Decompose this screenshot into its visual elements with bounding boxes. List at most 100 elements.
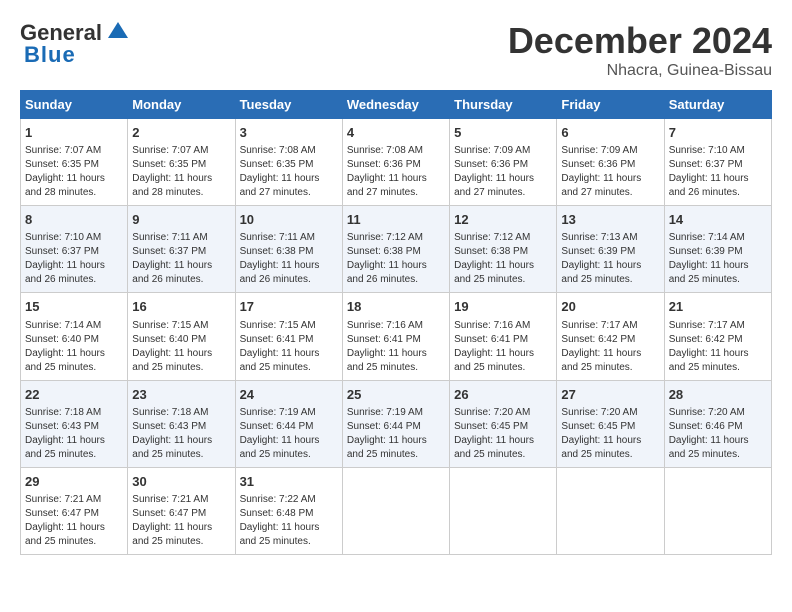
calendar-cell: 13Sunrise: 7:13 AM Sunset: 6:39 PM Dayli… bbox=[557, 206, 664, 293]
day-number: 26 bbox=[454, 386, 552, 404]
day-info: Sunrise: 7:17 AM Sunset: 6:42 PM Dayligh… bbox=[669, 319, 767, 375]
calendar-cell: 8 Sunrise: 7:10 AM Sunset: 6:37 PM Daylig… bbox=[21, 206, 128, 293]
day-number: 27 bbox=[561, 386, 659, 404]
day-number: 5 bbox=[454, 124, 552, 142]
calendar-cell: 6 Sunrise: 7:09 AM Sunset: 6:36 PM Daylig… bbox=[557, 119, 664, 206]
day-number: 23 bbox=[132, 386, 230, 404]
calendar-cell: 7 Sunrise: 7:10 AM Sunset: 6:37 PM Daylig… bbox=[664, 119, 771, 206]
day-number: 30 bbox=[132, 473, 230, 491]
day-number: 12 bbox=[454, 211, 552, 229]
calendar-cell: 5 Sunrise: 7:09 AM Sunset: 6:36 PM Daylig… bbox=[450, 119, 557, 206]
calendar-week-row: 15 Sunrise: 7:14 AM Sunset: 6:40 PM Dayli… bbox=[21, 293, 772, 380]
day-number: 19 bbox=[454, 298, 552, 316]
day-number: 1 bbox=[25, 124, 123, 142]
day-info: Sunrise: 7:09 AM Sunset: 6:36 PM Dayligh… bbox=[561, 144, 659, 200]
day-info: Sunrise: 7:15 AM Sunset: 6:40 PM Dayligh… bbox=[132, 319, 230, 375]
page-header: General Blue December 2024 Nhacra, Guine… bbox=[20, 20, 772, 80]
calendar-cell: 19 Sunrise: 7:16 AM Sunset: 6:41 PM Dayli… bbox=[450, 293, 557, 380]
day-info: Sunrise: 7:07 AM Sunset: 6:35 PM Dayligh… bbox=[132, 144, 230, 200]
day-number: 6 bbox=[561, 124, 659, 142]
day-number: 31 bbox=[240, 473, 338, 491]
day-number: 25 bbox=[347, 386, 445, 404]
calendar-cell: 4 Sunrise: 7:08 AM Sunset: 6:36 PM Daylig… bbox=[342, 119, 449, 206]
day-info: Sunrise: 7:10 AM Sunset: 6:37 PM Dayligh… bbox=[669, 144, 767, 200]
header-sunday: Sunday bbox=[21, 91, 128, 119]
calendar-cell: 25 Sunrise: 7:19 AM Sunset: 6:44 PM Dayli… bbox=[342, 380, 449, 467]
header-saturday: Saturday bbox=[664, 91, 771, 119]
day-info: Sunrise: 7:21 AM Sunset: 6:47 PM Dayligh… bbox=[132, 493, 230, 549]
day-info: Sunrise: 7:19 AM Sunset: 6:44 PM Dayligh… bbox=[240, 406, 338, 462]
calendar-cell: 20 Sunrise: 7:17 AM Sunset: 6:42 PM Dayli… bbox=[557, 293, 664, 380]
days-header-row: Sunday Monday Tuesday Wednesday Thursday… bbox=[21, 91, 772, 119]
title-block: December 2024 Nhacra, Guinea-Bissau bbox=[508, 20, 772, 80]
day-info: Sunrise: 7:16 AM Sunset: 6:41 PM Dayligh… bbox=[454, 319, 552, 375]
calendar-cell: 27 Sunrise: 7:20 AM Sunset: 6:45 PM Dayli… bbox=[557, 380, 664, 467]
day-info: Sunrise: 7:08 AM Sunset: 6:36 PM Dayligh… bbox=[347, 144, 445, 200]
calendar-cell: 28Sunrise: 7:20 AM Sunset: 6:46 PM Dayli… bbox=[664, 380, 771, 467]
day-number: 14 bbox=[669, 211, 767, 229]
page-title: December 2024 bbox=[508, 20, 772, 62]
day-info: Sunrise: 7:12 AM Sunset: 6:38 PM Dayligh… bbox=[454, 231, 552, 287]
day-info: Sunrise: 7:14 AM Sunset: 6:40 PM Dayligh… bbox=[25, 319, 123, 375]
calendar-week-row: 22 Sunrise: 7:18 AM Sunset: 6:43 PM Dayli… bbox=[21, 380, 772, 467]
day-info: Sunrise: 7:19 AM Sunset: 6:44 PM Dayligh… bbox=[347, 406, 445, 462]
calendar-week-row: 1 Sunrise: 7:07 AM Sunset: 6:35 PM Daylig… bbox=[21, 119, 772, 206]
calendar-cell bbox=[557, 467, 664, 554]
calendar-cell: 30 Sunrise: 7:21 AM Sunset: 6:47 PM Dayli… bbox=[128, 467, 235, 554]
day-info: Sunrise: 7:11 AM Sunset: 6:37 PM Dayligh… bbox=[132, 231, 230, 287]
calendar-cell: 17Sunrise: 7:15 AM Sunset: 6:41 PM Dayli… bbox=[235, 293, 342, 380]
day-info: Sunrise: 7:20 AM Sunset: 6:46 PM Dayligh… bbox=[669, 406, 767, 462]
day-info: Sunrise: 7:08 AM Sunset: 6:35 PM Dayligh… bbox=[240, 144, 338, 200]
calendar-cell bbox=[342, 467, 449, 554]
calendar-cell: 23 Sunrise: 7:18 AM Sunset: 6:43 PM Dayli… bbox=[128, 380, 235, 467]
day-info: Sunrise: 7:20 AM Sunset: 6:45 PM Dayligh… bbox=[561, 406, 659, 462]
day-number: 21 bbox=[669, 298, 767, 316]
day-number: 2 bbox=[132, 124, 230, 142]
day-info: Sunrise: 7:12 AM Sunset: 6:38 PM Dayligh… bbox=[347, 231, 445, 287]
day-number: 15 bbox=[25, 298, 123, 316]
day-number: 9 bbox=[132, 211, 230, 229]
logo-blue-text: Blue bbox=[24, 42, 76, 68]
calendar-cell: 31 Sunrise: 7:22 AM Sunset: 6:48 PM Dayli… bbox=[235, 467, 342, 554]
logo-arrow-icon bbox=[104, 20, 132, 42]
day-number: 17 bbox=[240, 298, 338, 316]
calendar-cell: 2 Sunrise: 7:07 AM Sunset: 6:35 PM Daylig… bbox=[128, 119, 235, 206]
day-number: 22 bbox=[25, 386, 123, 404]
calendar-cell bbox=[664, 467, 771, 554]
day-number: 8 bbox=[25, 211, 123, 229]
day-number: 7 bbox=[669, 124, 767, 142]
day-number: 13 bbox=[561, 211, 659, 229]
day-number: 4 bbox=[347, 124, 445, 142]
calendar-table: Sunday Monday Tuesday Wednesday Thursday… bbox=[20, 90, 772, 555]
day-info: Sunrise: 7:10 AM Sunset: 6:37 PM Dayligh… bbox=[25, 231, 123, 287]
day-number: 11 bbox=[347, 211, 445, 229]
calendar-cell: 11 Sunrise: 7:12 AM Sunset: 6:38 PM Dayli… bbox=[342, 206, 449, 293]
calendar-cell: 24 Sunrise: 7:19 AM Sunset: 6:44 PM Dayli… bbox=[235, 380, 342, 467]
calendar-cell: 29Sunrise: 7:21 AM Sunset: 6:47 PM Dayli… bbox=[21, 467, 128, 554]
day-info: Sunrise: 7:07 AM Sunset: 6:35 PM Dayligh… bbox=[25, 144, 123, 200]
day-number: 29 bbox=[25, 473, 123, 491]
calendar-cell: 21 Sunrise: 7:17 AM Sunset: 6:42 PM Dayli… bbox=[664, 293, 771, 380]
day-number: 24 bbox=[240, 386, 338, 404]
calendar-cell: 15 Sunrise: 7:14 AM Sunset: 6:40 PM Dayli… bbox=[21, 293, 128, 380]
calendar-cell: 3Sunrise: 7:08 AM Sunset: 6:35 PM Daylig… bbox=[235, 119, 342, 206]
header-friday: Friday bbox=[557, 91, 664, 119]
header-thursday: Thursday bbox=[450, 91, 557, 119]
logo: General Blue bbox=[20, 20, 132, 68]
day-info: Sunrise: 7:09 AM Sunset: 6:36 PM Dayligh… bbox=[454, 144, 552, 200]
day-info: Sunrise: 7:17 AM Sunset: 6:42 PM Dayligh… bbox=[561, 319, 659, 375]
header-monday: Monday bbox=[128, 91, 235, 119]
calendar-cell: 14Sunrise: 7:14 AM Sunset: 6:39 PM Dayli… bbox=[664, 206, 771, 293]
day-number: 20 bbox=[561, 298, 659, 316]
calendar-week-row: 29 Sunrise: 7:21 AM Sunset: 6:47 PM Dayli… bbox=[21, 467, 772, 554]
day-info: Sunrise: 7:18 AM Sunset: 6:43 PM Dayligh… bbox=[132, 406, 230, 462]
header-tuesday: Tuesday bbox=[235, 91, 342, 119]
calendar-cell: 18 Sunrise: 7:16 AM Sunset: 6:41 PM Dayli… bbox=[342, 293, 449, 380]
day-info: Sunrise: 7:16 AM Sunset: 6:41 PM Dayligh… bbox=[347, 319, 445, 375]
day-info: Sunrise: 7:18 AM Sunset: 6:43 PM Dayligh… bbox=[25, 406, 123, 462]
day-number: 18 bbox=[347, 298, 445, 316]
day-number: 16 bbox=[132, 298, 230, 316]
calendar-cell: 22 Sunrise: 7:18 AM Sunset: 6:43 PM Dayli… bbox=[21, 380, 128, 467]
page-subtitle: Nhacra, Guinea-Bissau bbox=[508, 62, 772, 80]
day-info: Sunrise: 7:22 AM Sunset: 6:48 PM Dayligh… bbox=[240, 493, 338, 549]
